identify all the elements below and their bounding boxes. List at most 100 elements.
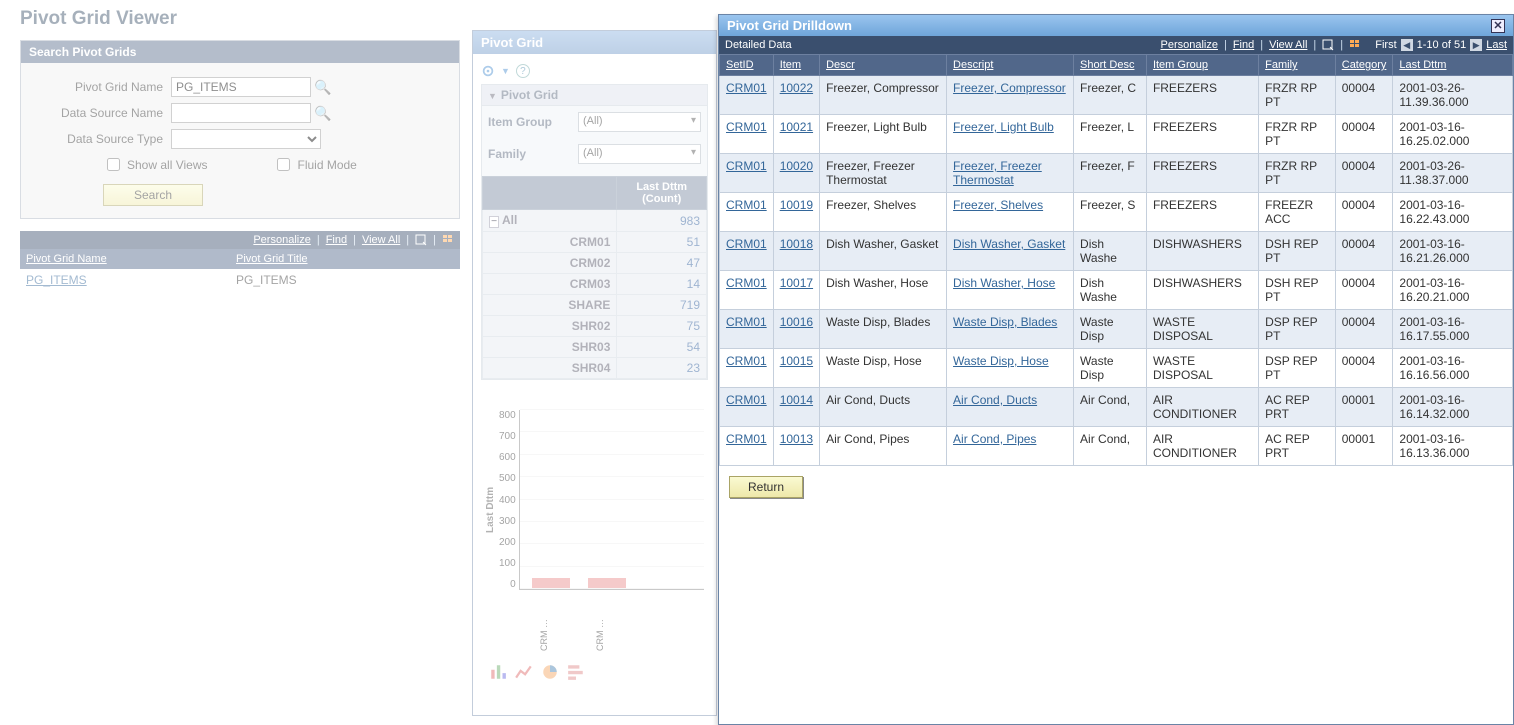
return-button[interactable]: Return — [729, 476, 803, 498]
cell-link[interactable]: Waste Disp, Hose — [953, 354, 1049, 368]
pivot-sub-title[interactable]: ▼Pivot Grid — [482, 85, 707, 106]
cell-link[interactable]: 10018 — [780, 237, 813, 251]
view-all-link[interactable]: View All — [362, 234, 400, 246]
column-header[interactable]: Descr — [826, 59, 855, 71]
col-pivot-name[interactable]: Pivot Grid Name — [26, 253, 107, 265]
grid-name-input[interactable] — [171, 77, 311, 97]
cell-link[interactable]: 10020 — [780, 159, 813, 173]
cell: Freezer, L — [1074, 115, 1147, 154]
pivot-row-value[interactable]: 51 — [617, 232, 707, 253]
column-header[interactable]: Category — [1342, 59, 1387, 71]
pivot-row-value[interactable]: 719 — [617, 295, 707, 316]
last-link[interactable]: Last — [1486, 39, 1507, 51]
cell-link[interactable]: Freezer, Light Bulb — [953, 120, 1054, 134]
cell-link[interactable]: 10021 — [780, 120, 813, 134]
ds-name-input[interactable] — [171, 103, 311, 123]
download-icon[interactable] — [442, 234, 454, 246]
gear-menu-caret[interactable]: ▼ — [501, 66, 510, 76]
cell-link[interactable]: CRM01 — [726, 81, 767, 95]
column-header[interactable]: SetID — [726, 59, 754, 71]
show-all-views-checkbox[interactable] — [107, 158, 120, 171]
cell-link[interactable]: CRM01 — [726, 276, 767, 290]
hbar-chart-icon[interactable] — [567, 664, 585, 680]
cell-link[interactable]: 10016 — [780, 315, 813, 329]
family-select[interactable]: (All) — [578, 144, 701, 164]
lookup-icon[interactable]: 🔍 — [315, 105, 331, 121]
cell-link[interactable]: CRM01 — [726, 159, 767, 173]
pivot-row-value[interactable]: 983 — [617, 210, 707, 232]
column-header[interactable]: Item — [780, 59, 801, 71]
cell-link[interactable]: CRM01 — [726, 315, 767, 329]
ds-type-select[interactable] — [171, 129, 321, 149]
personalize-link[interactable]: Personalize — [253, 234, 310, 246]
cell-link[interactable]: 10017 — [780, 276, 813, 290]
cell: 2001-03-26-11.38.37.000 — [1393, 154, 1513, 193]
download-icon[interactable] — [1349, 39, 1361, 51]
collapse-all-icon[interactable]: − — [489, 216, 499, 228]
column-header[interactable]: Family — [1265, 59, 1297, 71]
cell-link[interactable]: 10013 — [780, 432, 813, 446]
close-icon[interactable]: ✕ — [1491, 19, 1505, 33]
cell: Dish Washer, Gasket — [820, 232, 947, 271]
cell-link[interactable]: Air Cond, Ducts — [953, 393, 1037, 407]
cell-link[interactable]: CRM01 — [726, 237, 767, 251]
view-all-link[interactable]: View All — [1269, 39, 1307, 51]
chart-plot[interactable] — [519, 410, 704, 590]
pivot-row-label: SHARE — [483, 295, 617, 316]
pivot-row-value[interactable]: 14 — [617, 274, 707, 295]
cell-link[interactable]: Freezer, Freezer Thermostat — [953, 159, 1042, 187]
column-header[interactable]: Last Dttm — [1399, 59, 1446, 71]
cell-link[interactable]: 10015 — [780, 354, 813, 368]
search-button[interactable]: Search — [103, 184, 203, 206]
range-label: 1-10 of 51 — [1417, 39, 1467, 51]
column-header[interactable]: Descript — [953, 59, 993, 71]
zoom-icon[interactable] — [1322, 39, 1334, 51]
cell-link[interactable]: Dish Washer, Hose — [953, 276, 1055, 290]
pivot-row-value[interactable]: 23 — [617, 358, 707, 379]
cell-link[interactable]: Freezer, Compressor — [953, 81, 1066, 95]
cell: AC REP PRT — [1259, 427, 1336, 466]
next-icon[interactable]: ▶ — [1470, 39, 1482, 51]
personalize-link[interactable]: Personalize — [1160, 39, 1217, 51]
fluid-mode-checkbox[interactable] — [277, 158, 290, 171]
cell-link[interactable]: CRM01 — [726, 120, 767, 134]
cell-link[interactable]: Dish Washer, Gasket — [953, 237, 1065, 251]
pie-chart-icon[interactable] — [541, 664, 559, 680]
cell-link[interactable]: 10019 — [780, 198, 813, 212]
column-header[interactable]: Short Desc — [1080, 59, 1134, 71]
cell-link[interactable]: Waste Disp, Blades — [953, 315, 1057, 329]
cell-link[interactable]: Freezer, Shelves — [953, 198, 1043, 212]
line-chart-icon[interactable] — [515, 664, 533, 680]
gear-icon[interactable] — [481, 64, 495, 78]
bar-chart-icon[interactable] — [489, 664, 507, 680]
pivot-row-value[interactable]: 75 — [617, 316, 707, 337]
lookup-icon[interactable]: 🔍 — [315, 79, 331, 95]
prev-icon[interactable]: ◀ — [1401, 39, 1413, 51]
item-group-select[interactable]: (All) — [578, 112, 701, 132]
pivot-row-value[interactable]: 54 — [617, 337, 707, 358]
grid-name-label: Pivot Grid Name — [31, 80, 171, 94]
col-pivot-title[interactable]: Pivot Grid Title — [236, 253, 308, 265]
cell-link[interactable]: CRM01 — [726, 354, 767, 368]
cell-link[interactable]: 10022 — [780, 81, 813, 95]
pivot-row-value[interactable]: 47 — [617, 253, 707, 274]
first-link[interactable]: First — [1375, 39, 1396, 51]
cell-link[interactable]: CRM01 — [726, 432, 767, 446]
cell: 00004 — [1335, 232, 1393, 271]
cell-link[interactable]: Air Cond, Pipes — [953, 432, 1036, 446]
collapse-icon: ▼ — [488, 91, 497, 101]
help-icon[interactable]: ? — [516, 64, 530, 78]
cell-link[interactable]: 10014 — [780, 393, 813, 407]
table-row: CRM0110013Air Cond, PipesAir Cond, Pipes… — [720, 427, 1513, 466]
pivot-name-link[interactable]: PG_ITEMS — [26, 273, 87, 287]
pivot-row-label: CRM02 — [483, 253, 617, 274]
column-header[interactable]: Item Group — [1153, 59, 1208, 71]
find-link[interactable]: Find — [1233, 39, 1254, 51]
zoom-icon[interactable] — [415, 234, 427, 246]
cell-link[interactable]: CRM01 — [726, 198, 767, 212]
cell: Freezer, Shelves — [820, 193, 947, 232]
cell-link[interactable]: CRM01 — [726, 393, 767, 407]
cell: Waste Disp — [1074, 349, 1147, 388]
cell: 00004 — [1335, 349, 1393, 388]
find-link[interactable]: Find — [326, 234, 347, 246]
